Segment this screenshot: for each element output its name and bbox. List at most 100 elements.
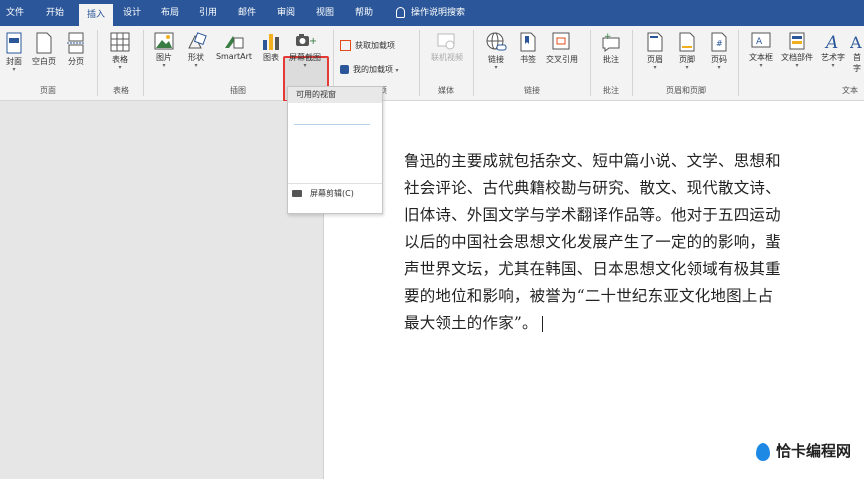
screen-clipping-item[interactable]: 屏幕剪辑(C) xyxy=(292,188,354,199)
pages-group-label: 页面 xyxy=(40,86,56,95)
link-button[interactable]: 链接 ▾ xyxy=(482,32,510,71)
svg-text:A: A xyxy=(756,37,763,47)
dropcap-icon: A xyxy=(850,33,862,50)
tab-mailings[interactable]: 邮件 xyxy=(233,0,261,26)
separator xyxy=(419,30,420,96)
comment-label: 批注 xyxy=(603,55,619,64)
tell-me-label: 操作说明搜索 xyxy=(411,8,466,18)
picture-icon xyxy=(154,32,174,50)
header-footer-group-label: 页眉和页脚 xyxy=(666,86,706,95)
text-cursor xyxy=(541,316,543,332)
shapes-icon xyxy=(188,32,207,49)
cover-page-label: 封面 xyxy=(6,57,22,66)
table-icon xyxy=(110,32,130,52)
tab-view[interactable]: 视图 xyxy=(311,0,339,26)
textbox-icon: A xyxy=(751,32,771,48)
chart-button[interactable]: 图表 xyxy=(257,32,285,63)
footer-icon xyxy=(679,32,695,52)
svg-text:A: A xyxy=(850,33,862,50)
table-label: 表格 xyxy=(112,55,128,64)
ribbon-tab-bar: 文件 开始 插入 设计 布局 引用 邮件 审阅 视图 帮助 操作说明搜索 xyxy=(0,0,864,26)
page-break-button[interactable]: 分页 xyxy=(62,32,90,67)
tab-layout[interactable]: 布局 xyxy=(156,0,184,26)
separator xyxy=(97,30,98,96)
textbox-label: 文本框 xyxy=(749,53,773,62)
comment-icon: + xyxy=(602,32,620,52)
link-label: 链接 xyxy=(488,55,504,64)
wordart-label: 艺术字 xyxy=(821,53,845,62)
cross-reference-button[interactable]: 交叉引用 xyxy=(542,32,582,65)
screen-clipping-label: 屏幕剪辑(C) xyxy=(310,189,354,198)
separator xyxy=(632,30,633,96)
lightbulb-icon xyxy=(396,7,405,18)
shapes-label: 形状 xyxy=(188,53,204,62)
wordart-button[interactable]: A 艺术字 ▾ xyxy=(818,32,848,69)
cover-page-button[interactable]: 封面 ▾ xyxy=(0,32,28,73)
chart-icon xyxy=(263,34,279,50)
cross-reference-icon xyxy=(552,32,570,50)
pictures-label: 图片 xyxy=(156,53,172,62)
tab-review[interactable]: 审阅 xyxy=(272,0,300,26)
paragraph-text: 鲁迅的主要成就包括杂文、短中篇小说、文学、思想和社会评论、古代典籍校勘与研究、散… xyxy=(404,152,781,332)
cover-page-icon xyxy=(6,32,22,54)
bookmark-icon xyxy=(520,32,536,52)
tab-insert[interactable]: 插入 xyxy=(79,4,113,26)
site-watermark: 恰卡编程网 xyxy=(756,440,851,461)
svg-text:#: # xyxy=(716,39,723,48)
pictures-button[interactable]: 图片 ▾ xyxy=(150,32,178,69)
blank-page-label: 空白页 xyxy=(32,57,56,66)
bookmark-label: 书签 xyxy=(520,55,536,64)
document-paragraph[interactable]: 鲁迅的主要成就包括杂文、短中篇小说、文学、思想和社会评论、古代典籍校勘与研究、散… xyxy=(404,148,786,337)
shapes-button[interactable]: 形状 ▾ xyxy=(182,32,210,69)
tell-me-search[interactable]: 操作说明搜索 xyxy=(396,0,465,26)
quick-parts-label: 文档部件 xyxy=(781,53,813,62)
screenshot-button[interactable]: + 屏幕截图 ▾ xyxy=(285,32,325,69)
clipping-icon xyxy=(292,190,302,197)
textbox-button[interactable]: A 文本框 ▾ xyxy=(745,32,777,69)
header-button[interactable]: 页眉 ▾ xyxy=(641,32,669,71)
page-number-icon: # xyxy=(711,32,727,52)
blank-page-button[interactable]: 空白页 xyxy=(30,32,58,67)
smartart-label: SmartArt xyxy=(215,52,253,61)
dropcap-button[interactable]: A 首字 xyxy=(850,32,864,74)
online-video-label: 联机视频 xyxy=(431,53,463,62)
chart-label: 图表 xyxy=(263,53,279,62)
page-number-button[interactable]: # 页码 ▾ xyxy=(705,32,733,71)
wordart-icon: A xyxy=(824,33,838,50)
page-number-label: 页码 xyxy=(711,55,727,64)
online-video-button[interactable]: 联机视频 xyxy=(427,32,467,63)
tab-home[interactable]: 开始 xyxy=(40,0,70,26)
screenshot-label: 屏幕截图 xyxy=(289,53,321,62)
footer-label: 页脚 xyxy=(679,55,695,64)
media-group-label: 媒体 xyxy=(438,86,454,95)
tables-group-label: 表格 xyxy=(113,86,129,95)
camera-screenshot-icon: + xyxy=(296,34,316,47)
get-addins-button[interactable]: 获取加载项 xyxy=(340,40,395,51)
smartart-button[interactable]: SmartArt xyxy=(214,32,254,61)
store-icon xyxy=(340,40,351,51)
my-addins-button[interactable]: 我的加载项 ▾ xyxy=(340,64,399,75)
comment-button[interactable]: + 批注 xyxy=(597,32,625,65)
blank-page-icon xyxy=(36,32,52,54)
get-addins-label: 获取加载项 xyxy=(355,41,395,50)
svg-text:+: + xyxy=(309,36,316,47)
tab-file[interactable]: 文件 xyxy=(2,0,28,26)
screenshot-dropdown: 可用的视窗 屏幕剪辑(C) xyxy=(287,86,383,214)
tab-help[interactable]: 帮助 xyxy=(350,0,378,26)
available-window-thumbnail[interactable] xyxy=(294,124,370,125)
quick-parts-button[interactable]: 文档部件 ▾ xyxy=(779,32,815,69)
table-button[interactable]: 表格 ▾ xyxy=(106,32,134,71)
bookmark-button[interactable]: 书签 xyxy=(514,32,542,65)
tab-design[interactable]: 设计 xyxy=(118,0,146,26)
cross-reference-label: 交叉引用 xyxy=(546,55,578,64)
separator xyxy=(590,30,591,96)
quick-parts-icon xyxy=(789,32,805,50)
separator xyxy=(473,30,474,96)
addins-icon xyxy=(340,65,349,74)
watermark-logo-icon xyxy=(756,443,770,461)
tab-references[interactable]: 引用 xyxy=(194,0,222,26)
smartart-icon xyxy=(225,36,244,49)
footer-button[interactable]: 页脚 ▾ xyxy=(673,32,701,71)
online-video-icon xyxy=(437,33,455,50)
svg-text:+: + xyxy=(604,32,612,42)
